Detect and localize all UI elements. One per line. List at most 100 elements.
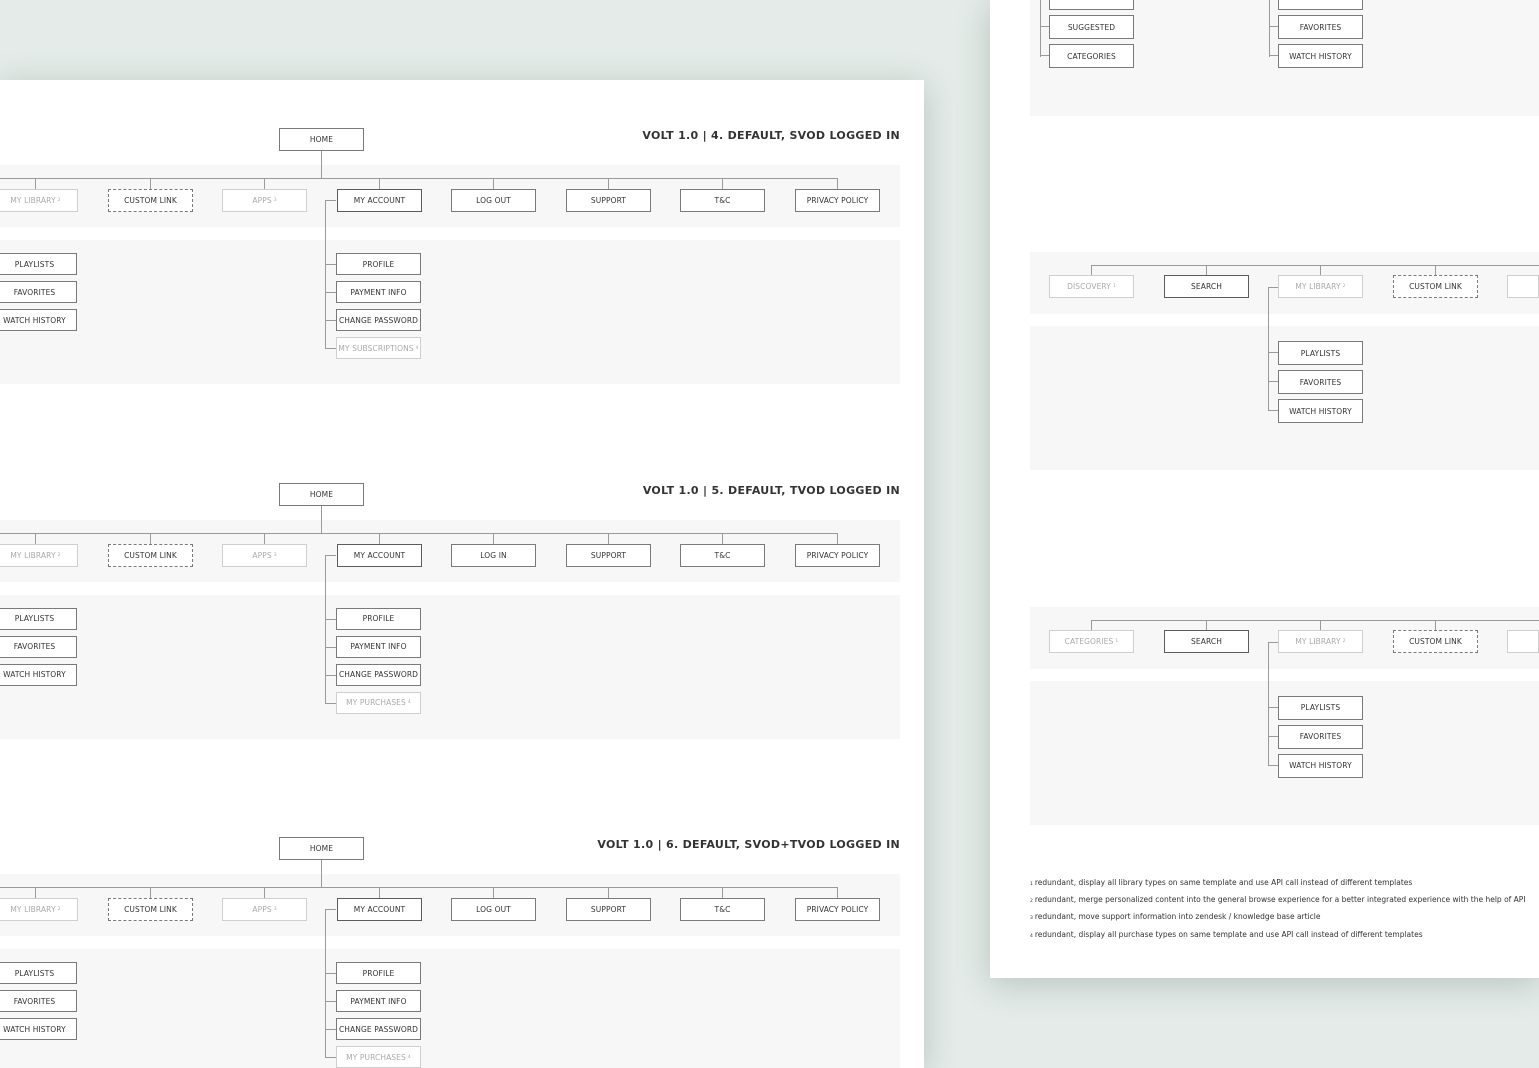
- node-custom-link[interactable]: CUSTOM LINK: [108, 898, 193, 921]
- node-watch-history[interactable]: WATCH HISTORY: [0, 1018, 77, 1040]
- node-label: MY LIBRARY: [10, 196, 56, 205]
- node-favorites[interactable]: FAVORITES: [0, 635, 77, 658]
- node-label: LOG OUT: [476, 905, 511, 914]
- node-home[interactable]: HOME: [279, 482, 364, 506]
- node-payment-info[interactable]: PAYMENT INFO: [336, 281, 421, 303]
- connector: [1091, 619, 1539, 621]
- node-my-library[interactable]: MY LIBRARY 2: [0, 189, 78, 212]
- node-my-account[interactable]: MY ACCOUNT: [337, 189, 422, 212]
- node-support[interactable]: SUPPORT: [566, 898, 651, 921]
- connector: [1268, 641, 1269, 766]
- node-profile[interactable]: PROFILE: [336, 962, 421, 984]
- node-playlists[interactable]: PLAYLISTS: [0, 962, 77, 984]
- footnote: 1 redundant, display all library types on…: [1030, 878, 1412, 887]
- node-log-in[interactable]: LOG IN: [451, 543, 536, 567]
- node-profile[interactable]: PROFILE: [336, 607, 421, 630]
- node-favorites[interactable]: FAVORITES: [1278, 15, 1363, 39]
- connector: [1268, 352, 1278, 353]
- node-custom-link[interactable]: CUSTOM LINK: [1393, 629, 1478, 653]
- footnote-marker: 2: [57, 907, 61, 912]
- node-search[interactable]: SEARCH: [1164, 629, 1249, 653]
- node-discovery[interactable]: DISCOVERY 1: [1049, 275, 1134, 298]
- node-watch-history[interactable]: WATCH HISTORY: [0, 663, 77, 686]
- node-suggested[interactable]: SUGGESTED: [1049, 15, 1134, 39]
- node-apps[interactable]: APPS 3: [222, 898, 307, 921]
- node-label: APPS: [252, 196, 272, 205]
- connector: [264, 178, 265, 189]
- node-label: MY LIBRARY: [10, 905, 56, 914]
- node-custom-link[interactable]: CUSTOM LINK: [1393, 275, 1478, 298]
- connector: [722, 887, 723, 898]
- node-label: HOME: [309, 135, 334, 144]
- node-categories[interactable]: CATEGORIES 1: [1049, 629, 1134, 653]
- node-empty[interactable]: [1278, 0, 1363, 10]
- node-my-library[interactable]: MY LIBRARY 2: [0, 543, 78, 567]
- node-categories[interactable]: CATEGORIES: [1049, 44, 1134, 68]
- node-my-library[interactable]: MY LIBRARY 2: [0, 898, 78, 921]
- footnote-number: 3: [1030, 916, 1033, 921]
- node-empty[interactable]: [1507, 629, 1539, 653]
- node-favorites[interactable]: FAVORITES: [1278, 724, 1363, 749]
- node-label: PLAYLISTS: [1300, 348, 1341, 358]
- node-watch-history[interactable]: WATCH HISTORY: [0, 309, 77, 331]
- node-label: FAVORITES: [13, 287, 56, 297]
- connector: [325, 1001, 336, 1002]
- node-playlists[interactable]: PLAYLISTS: [0, 253, 77, 275]
- node-empty[interactable]: [1507, 275, 1539, 298]
- node-support[interactable]: SUPPORT: [566, 543, 651, 567]
- node-label: WATCH HISTORY: [3, 1024, 66, 1034]
- node-change-password[interactable]: CHANGE PASSWORD: [336, 309, 421, 331]
- node-label: MY PURCHASES: [346, 1052, 406, 1062]
- footnote-marker: 1: [1112, 284, 1116, 289]
- node-payment-info[interactable]: PAYMENT INFO: [336, 990, 421, 1012]
- node-log-out[interactable]: LOG OUT: [451, 898, 536, 921]
- footnote-marker: 4: [407, 700, 411, 705]
- node-my-library[interactable]: MY LIBRARY 2: [1278, 629, 1363, 653]
- node-label: WATCH HISTORY: [1289, 406, 1352, 416]
- node-watch-history[interactable]: WATCH HISTORY: [1278, 44, 1363, 68]
- node-watch-history[interactable]: WATCH HISTORY: [1278, 753, 1363, 778]
- node-t-c[interactable]: T&C: [680, 189, 765, 212]
- node-profile[interactable]: PROFILE: [336, 253, 421, 275]
- connector: [325, 200, 326, 349]
- node-apps[interactable]: APPS 3: [222, 189, 307, 212]
- node-home[interactable]: HOME: [279, 128, 364, 151]
- node-favorites[interactable]: FAVORITES: [0, 281, 77, 303]
- footnote: 4 redundant, display all purchase types o…: [1030, 930, 1423, 939]
- node-playlists[interactable]: PLAYLISTS: [0, 607, 77, 630]
- node-search[interactable]: SEARCH: [1164, 275, 1249, 298]
- node-t-c[interactable]: T&C: [680, 898, 765, 921]
- node-label: APPS: [252, 905, 272, 914]
- node-apps[interactable]: APPS 3: [222, 543, 307, 567]
- node-label: SEARCH: [1191, 636, 1222, 646]
- node-privacy-policy[interactable]: PRIVACY POLICY: [795, 898, 880, 921]
- node-custom-link[interactable]: CUSTOM LINK: [108, 543, 193, 567]
- node-log-out[interactable]: LOG OUT: [451, 189, 536, 212]
- node-change-password[interactable]: CHANGE PASSWORD: [336, 663, 421, 686]
- node-label: CHANGE PASSWORD: [338, 670, 419, 679]
- node-change-password[interactable]: CHANGE PASSWORD: [336, 1018, 421, 1040]
- node-privacy-policy[interactable]: PRIVACY POLICY: [795, 189, 880, 212]
- node-label: MY SUBSCRIPTIONS: [338, 343, 414, 353]
- node-playlists[interactable]: PLAYLISTS: [1278, 695, 1363, 720]
- node-label: PLAYLISTS: [14, 968, 55, 978]
- node-my-purchases[interactable]: MY PURCHASES 4: [336, 691, 421, 714]
- node-label: FAVORITES: [1299, 377, 1342, 387]
- node-home[interactable]: HOME: [279, 837, 364, 860]
- node-favorites[interactable]: FAVORITES: [0, 990, 77, 1012]
- node-custom-link[interactable]: CUSTOM LINK: [108, 189, 193, 212]
- node-my-subscriptions[interactable]: MY SUBSCRIPTIONS 4: [336, 337, 421, 359]
- node-my-account[interactable]: MY ACCOUNT: [337, 898, 422, 921]
- connector: [264, 887, 265, 898]
- node-payment-info[interactable]: PAYMENT INFO: [336, 635, 421, 658]
- node-favorites[interactable]: FAVORITES: [1278, 370, 1363, 394]
- node-t-c[interactable]: T&C: [680, 543, 765, 567]
- node-playlists[interactable]: PLAYLISTS: [1278, 341, 1363, 365]
- node-my-account[interactable]: MY ACCOUNT: [337, 543, 422, 567]
- node-my-library[interactable]: MY LIBRARY 2: [1278, 275, 1363, 298]
- node-my-purchases[interactable]: MY PURCHASES 4: [336, 1046, 421, 1068]
- node-watch-history[interactable]: WATCH HISTORY: [1278, 399, 1363, 423]
- node-empty[interactable]: [1049, 0, 1134, 10]
- node-privacy-policy[interactable]: PRIVACY POLICY: [795, 543, 880, 567]
- node-support[interactable]: SUPPORT: [566, 189, 651, 212]
